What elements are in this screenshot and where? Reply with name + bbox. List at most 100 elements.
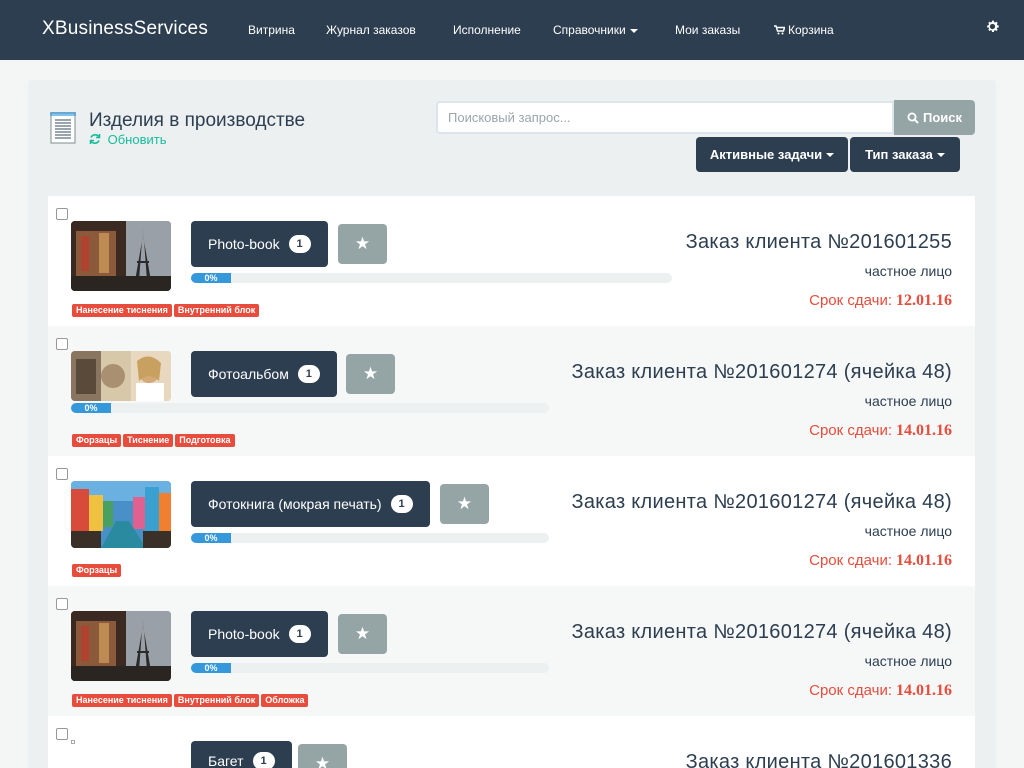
order-type-label: Тип заказа — [865, 147, 933, 162]
deadline-label: Срок сдачи: — [809, 292, 892, 309]
task-tag: Форзацы — [72, 564, 122, 577]
search-input[interactable] — [436, 101, 894, 134]
product-thumbnail[interactable] — [71, 351, 171, 401]
favorite-button[interactable]: ★ — [298, 744, 347, 768]
quantity-badge: 1 — [288, 235, 311, 253]
product-name: Фотокнига (мокрая печать) — [208, 496, 382, 512]
task-tag: Нанесение тиснения — [72, 694, 172, 707]
task-tags: Нанесение тиснения Внутренний блок Облож… — [72, 694, 309, 707]
search-button-label: Поиск — [922, 110, 962, 125]
search-button[interactable]: Поиск — [894, 100, 975, 135]
brand-logo[interactable]: XBusinessServices — [42, 18, 208, 40]
product-button[interactable]: Photo-book 1 — [191, 221, 328, 267]
nav-item-cart[interactable]: Корзина — [774, 23, 834, 37]
order-title[interactable]: Заказ клиента №201601336 — [686, 751, 952, 768]
task-tag: Нанесение тиснения — [72, 304, 172, 317]
client-type: частное лицо — [864, 523, 952, 539]
deadline-label: Срок сдачи: — [809, 552, 892, 569]
progress-bar: 0% — [191, 533, 549, 543]
nav-item-showcase[interactable]: Витрина — [248, 23, 295, 37]
star-icon: ★ — [354, 624, 371, 643]
task-tag: Внутренний блок — [173, 304, 260, 317]
chevron-down-icon — [826, 152, 835, 157]
row-checkbox[interactable] — [56, 728, 68, 740]
product-thumbnail[interactable] — [71, 611, 171, 681]
active-tasks-label: Активные задачи — [709, 147, 823, 162]
product-button[interactable]: Фотокнига (мокрая печать) 1 — [191, 481, 430, 527]
product-button[interactable]: Фотоальбом 1 — [191, 351, 337, 397]
nav-item-label: Корзина — [788, 23, 834, 37]
quantity-badge: 1 — [288, 625, 311, 643]
refresh-link[interactable]: Обновить — [89, 132, 167, 147]
row-checkbox[interactable] — [56, 208, 68, 220]
chevron-down-icon — [936, 152, 945, 157]
star-icon: ★ — [354, 234, 371, 253]
order-title[interactable]: Заказ клиента №201601274 (ячейка 48) — [571, 361, 952, 384]
deadline: Срок сдачи: 14.01.16 — [809, 682, 952, 700]
active-tasks-dropdown[interactable]: Активные задачи — [696, 137, 848, 172]
row-checkbox[interactable] — [56, 338, 68, 350]
row-checkbox[interactable] — [56, 468, 68, 480]
deadline-date: 14.01.16 — [896, 682, 952, 699]
order-title[interactable]: Заказ клиента №201601274 (ячейка 48) — [571, 491, 952, 514]
document-list-icon — [50, 112, 76, 144]
star-icon: ★ — [314, 754, 331, 768]
nav-item-my-orders[interactable]: Мои заказы — [675, 23, 740, 37]
product-button[interactable]: Photo-book 1 — [191, 611, 328, 657]
nav-item-order-log[interactable]: Журнал заказов — [326, 23, 416, 37]
nav-item-label: Справочники — [553, 23, 626, 37]
progress-fill: 0% — [191, 663, 231, 673]
product-thumbnail[interactable] — [71, 221, 171, 291]
favorite-button[interactable]: ★ — [440, 484, 489, 524]
deadline-date: 12.01.16 — [896, 292, 952, 309]
client-type: частное лицо — [864, 653, 952, 669]
task-tags: Форзацы Тиснение Подготовка — [72, 434, 235, 447]
search-icon — [907, 112, 919, 124]
order-title[interactable]: Заказ клиента №201601255 — [686, 231, 952, 254]
deadline: Срок сдачи: 12.01.16 — [809, 292, 952, 310]
deadline: Срок сдачи: 14.01.16 — [809, 422, 952, 440]
progress-fill: 0% — [191, 273, 231, 283]
refresh-label: Обновить — [107, 132, 167, 147]
task-tag: Подготовка — [175, 434, 235, 447]
broken-image-icon — [71, 740, 75, 744]
progress-bar: 0% — [191, 273, 672, 283]
product-name: Фотоальбом — [208, 366, 289, 382]
nav-item-execution[interactable]: Исполнение — [453, 23, 521, 37]
deadline-date: 14.01.16 — [896, 552, 952, 569]
navbar: XBusinessServices Витрина Журнал заказов… — [0, 0, 1024, 60]
product-thumbnail[interactable] — [71, 481, 171, 548]
refresh-icon — [89, 134, 101, 144]
progress-bar: 0% — [191, 663, 549, 673]
client-type: частное лицо — [864, 393, 952, 409]
favorite-button[interactable]: ★ — [338, 224, 387, 264]
gear-icon[interactable] — [985, 19, 1000, 34]
product-name: Photo-book — [208, 626, 280, 642]
progress-bar: 0% — [71, 403, 549, 413]
task-tag: Форзацы — [72, 434, 122, 447]
progress-fill: 0% — [191, 533, 231, 543]
task-tag: Обложка — [261, 694, 309, 707]
client-type: частное лицо — [864, 263, 952, 279]
quantity-badge: 1 — [252, 752, 275, 768]
task-tag: Внутренний блок — [173, 694, 260, 707]
quantity-badge: 1 — [390, 495, 413, 513]
star-icon: ★ — [362, 364, 379, 383]
nav-item-directories[interactable]: Справочники — [553, 23, 638, 37]
product-name: Багет — [208, 753, 244, 768]
task-tags: Форзацы — [72, 564, 122, 577]
deadline-date: 14.01.16 — [896, 422, 952, 439]
chevron-down-icon — [629, 28, 638, 33]
favorite-button[interactable]: ★ — [338, 614, 387, 654]
row-checkbox[interactable] — [56, 598, 68, 610]
deadline: Срок сдачи: 14.01.16 — [809, 552, 952, 570]
order-title[interactable]: Заказ клиента №201601274 (ячейка 48) — [571, 621, 952, 644]
star-icon: ★ — [456, 494, 473, 513]
deadline-label: Срок сдачи: — [809, 682, 892, 699]
favorite-button[interactable]: ★ — [346, 354, 395, 394]
task-tags: Нанесение тиснения Внутренний блок — [72, 304, 260, 317]
product-name: Photo-book — [208, 236, 280, 252]
deadline-label: Срок сдачи: — [809, 422, 892, 439]
product-button[interactable]: Багет 1 — [191, 741, 292, 768]
order-type-dropdown[interactable]: Тип заказа — [850, 137, 960, 172]
